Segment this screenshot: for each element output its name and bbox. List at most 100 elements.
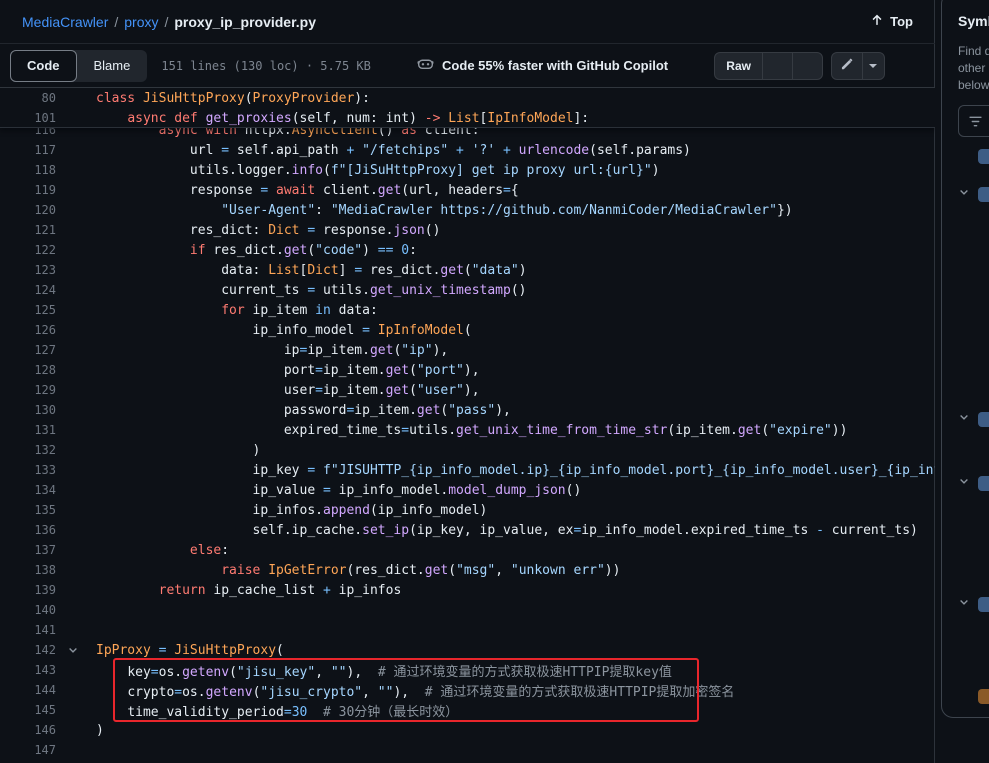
edit-dropdown-button[interactable]	[862, 53, 884, 79]
code-line-132: 132 )	[0, 440, 935, 460]
line-number[interactable]: 144	[0, 683, 56, 697]
symbol-item[interactable]	[958, 689, 989, 704]
line-number[interactable]: 80	[0, 91, 56, 105]
code-line-141: 141	[0, 620, 935, 640]
symbols-panel-title: Symbols	[958, 13, 989, 29]
file-meta-info: 151 lines (130 loc) · 5.75 KB	[161, 59, 371, 73]
line-number[interactable]: 146	[0, 723, 56, 737]
chevron-down-icon	[869, 64, 877, 68]
line-number[interactable]: 122	[0, 243, 56, 257]
code-line-137: 137 else:	[0, 540, 935, 560]
symbol-item[interactable]	[958, 595, 989, 613]
code-line-135: 135 ip_infos.append(ip_info_model)	[0, 500, 935, 520]
code-text: ip_infos.append(ip_info_model)	[96, 503, 487, 518]
back-to-top-label: Top	[890, 14, 913, 29]
line-number[interactable]: 120	[0, 203, 56, 217]
pencil-icon	[840, 57, 854, 74]
line-number[interactable]: 141	[0, 623, 56, 637]
line-number[interactable]: 130	[0, 403, 56, 417]
line-number[interactable]: 121	[0, 223, 56, 237]
tab-blame[interactable]: Blame	[77, 50, 148, 82]
code-text: port=ip_item.get("port"),	[96, 363, 480, 378]
code-text: class JiSuHttpProxy(ProxyProvider):	[96, 91, 370, 106]
breadcrumb-dir-link[interactable]: proxy	[124, 14, 158, 30]
edit-file-button[interactable]	[832, 53, 862, 79]
code-line-144: 144 crypto=os.getenv("jisu_crypto", ""),…	[0, 680, 935, 700]
line-number[interactable]: 127	[0, 343, 56, 357]
line-number[interactable]: 147	[0, 743, 56, 757]
copilot-banner[interactable]: Code 55% faster with GitHub Copilot	[417, 56, 668, 76]
line-number[interactable]: 124	[0, 283, 56, 297]
fold-chevron-down-icon[interactable]	[56, 644, 96, 656]
line-number[interactable]: 134	[0, 483, 56, 497]
code-line-119: 119 response = await client.get(url, hea…	[0, 180, 935, 200]
symbols-filter-box	[958, 105, 989, 137]
code-text: IpProxy = JiSuHttpProxy(	[96, 643, 284, 658]
code-text: if res_dict.get("code") == 0:	[96, 243, 417, 258]
line-number[interactable]: 135	[0, 503, 56, 517]
code-text: ip_info_model = IpInfoModel(	[96, 323, 472, 338]
line-number[interactable]: 128	[0, 363, 56, 377]
chevron-down-icon	[958, 185, 970, 203]
line-number[interactable]: 136	[0, 523, 56, 537]
line-number[interactable]: 126	[0, 323, 56, 337]
symbol-item[interactable]	[958, 410, 989, 428]
line-number[interactable]: 139	[0, 583, 56, 597]
line-number[interactable]: 145	[0, 703, 56, 717]
code-line-131: 131 expired_time_ts=utils.get_unix_time_…	[0, 420, 935, 440]
code-line-117: 117 url = self.api_path + "/fetchips" + …	[0, 140, 935, 160]
breadcrumb-file-name: proxy_ip_provider.py	[174, 14, 316, 30]
code-text: current_ts = utils.get_unix_timestamp()	[96, 283, 527, 298]
code-text: ip_value = ip_info_model.model_dump_json…	[96, 483, 581, 498]
chevron-down-icon	[958, 410, 970, 428]
line-number[interactable]: 129	[0, 383, 56, 397]
code-line-133: 133 ip_key = f"JISUHTTP_{ip_info_model.i…	[0, 460, 935, 480]
code-line-118: 118 utils.logger.info(f"[JiSuHttpProxy] …	[0, 160, 935, 180]
code-text: user=ip_item.get("user"),	[96, 383, 480, 398]
raw-button[interactable]: Raw	[715, 53, 762, 79]
line-number[interactable]: 132	[0, 443, 56, 457]
symbol-item[interactable]	[958, 149, 989, 164]
code-text: crypto=os.getenv("jisu_crypto", ""), # 通…	[96, 681, 734, 700]
line-number[interactable]: 118	[0, 163, 56, 177]
code-line-129: 129 user=ip_item.get("user"),	[0, 380, 935, 400]
download-raw-button[interactable]	[792, 53, 822, 79]
copy-raw-button[interactable]	[762, 53, 792, 79]
copy-icon	[770, 57, 785, 75]
symbol-item[interactable]	[958, 185, 989, 203]
download-icon	[800, 57, 815, 75]
line-number[interactable]: 140	[0, 603, 56, 617]
tab-code[interactable]: Code	[10, 50, 77, 82]
line-number[interactable]: 133	[0, 463, 56, 477]
code-text: password=ip_item.get("pass"),	[96, 403, 511, 418]
code-text: time_validity_period=30 # 30分钟（最长时效）	[96, 701, 458, 720]
line-number[interactable]: 143	[0, 663, 56, 677]
symbol-item[interactable]	[958, 474, 989, 492]
breadcrumb-repo-link[interactable]: MediaCrawler	[22, 14, 108, 30]
line-number[interactable]: 123	[0, 263, 56, 277]
code-line-138: 138 raise IpGetError(res_dict.get("msg",…	[0, 560, 935, 580]
line-number[interactable]: 119	[0, 183, 56, 197]
line-number[interactable]: 142	[0, 643, 56, 657]
code-line-136: 136 self.ip_cache.set_ip(ip_key, ip_valu…	[0, 520, 935, 540]
code-editor: 116 async with httpx.AsyncClient() as cl…	[0, 88, 935, 763]
symbol-token	[978, 187, 989, 202]
line-number[interactable]: 101	[0, 111, 56, 125]
code-line-122: 122 if res_dict.get("code") == 0:	[0, 240, 935, 260]
line-number[interactable]: 125	[0, 303, 56, 317]
line-number[interactable]: 138	[0, 563, 56, 577]
back-to-top-button[interactable]: Top	[870, 13, 913, 30]
line-number[interactable]: 117	[0, 143, 56, 157]
line-number[interactable]: 131	[0, 423, 56, 437]
copilot-banner-label: Code 55% faster with GitHub Copilot	[442, 58, 668, 73]
code-line-134: 134 ip_value = ip_info_model.model_dump_…	[0, 480, 935, 500]
code-text: "User-Agent": "MediaCrawler https://gith…	[96, 203, 793, 218]
symbols-panel-toggle-button[interactable]	[893, 52, 921, 80]
symbol-token	[978, 149, 989, 164]
github-code-view: MediaCrawler / proxy / proxy_ip_provider…	[0, 0, 989, 763]
code-text: ip_key = f"JISUHTTP_{ip_info_model.ip}_{…	[96, 463, 935, 478]
breadcrumb: MediaCrawler / proxy / proxy_ip_provider…	[22, 14, 316, 30]
code-line-142: 142 IpProxy = JiSuHttpProxy(	[0, 640, 935, 660]
line-number[interactable]: 137	[0, 543, 56, 557]
code-text: ip=ip_item.get("ip"),	[96, 343, 448, 358]
